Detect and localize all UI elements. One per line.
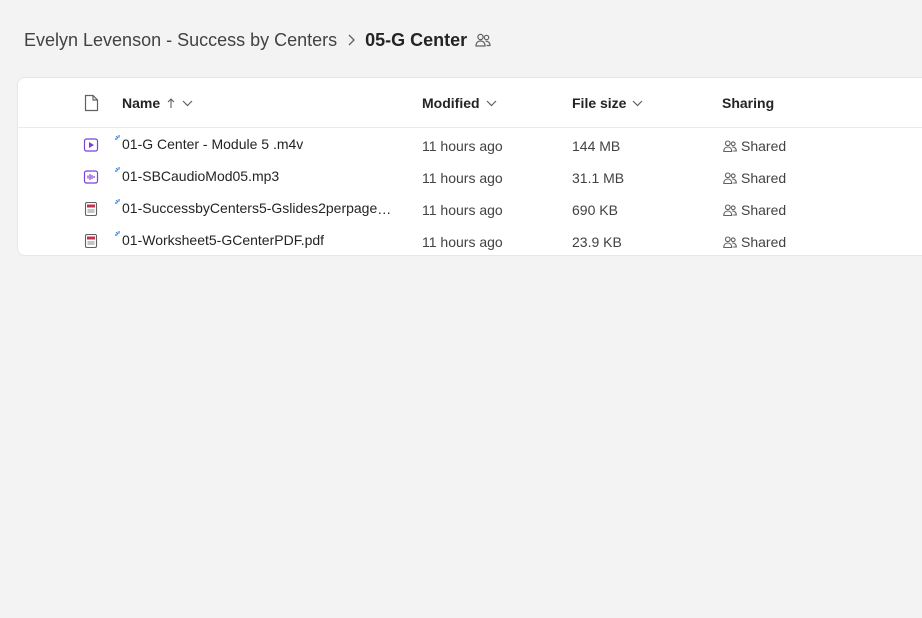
file-size-cell: 31.1 MB [572,170,625,186]
pdf-file-icon [83,233,99,249]
chevron-down-icon[interactable] [632,99,643,107]
column-header-name-label: Name [122,94,161,111]
column-header-file-size-label: File size [572,94,627,111]
column-header-modified[interactable]: Modified [422,78,497,127]
sharing-status: Shared [741,170,787,186]
column-header-sharing[interactable]: Sharing [722,78,774,127]
chevron-down-icon[interactable] [486,99,497,107]
sharing-status: Shared [741,234,787,250]
file-size-cell: 23.9 KB [572,234,622,250]
breadcrumb-parent-link[interactable]: Evelyn Levenson - Success by Centers [24,30,337,51]
shared-people-icon [722,138,738,154]
document-icon[interactable] [82,78,100,127]
shared-people-icon [722,234,738,250]
shared-people-icon[interactable] [474,31,492,49]
chevron-right-icon [337,30,365,50]
modified-cell: 11 hours ago [422,138,503,154]
column-header-sharing-label: Sharing [722,94,775,111]
modified-cell: 11 hours ago [422,170,503,186]
column-header-name[interactable]: Name [122,78,193,127]
file-name: 01-Worksheet5-GCenterPDF.pdf [122,232,325,248]
shared-people-icon [722,170,738,186]
file-list: Name Modified File size Sharing 01-G Cen… [17,77,922,256]
chevron-down-icon[interactable] [182,99,193,107]
file-name: 01-SuccessbyCenters5-Gslides2perpagePD..… [122,200,398,216]
pdf-file-icon [83,201,99,217]
arrow-up-icon [166,97,176,109]
modified-cell: 11 hours ago [422,234,503,250]
file-name-link[interactable]: 01-SBCaudioMod05.mp3 [122,161,279,193]
table-row[interactable]: 01-SuccessbyCenters5-Gslides2perpagePD..… [18,193,922,225]
sharing-cell[interactable]: Shared [722,193,786,225]
file-size-cell: 144 MB [572,138,621,154]
file-name-link[interactable]: 01-Worksheet5-GCenterPDF.pdf [122,225,324,257]
column-header-row: Name Modified File size Sharing [18,78,922,128]
sharing-cell[interactable]: Shared [722,129,786,161]
sharing-cell[interactable]: Shared [722,225,786,257]
table-row[interactable]: 01-G Center - Module 5 .m4v 11 hours ago… [18,129,922,161]
sharing-status: Shared [741,138,787,154]
file-name-link[interactable]: 01-G Center - Module 5 .m4v [122,129,303,161]
breadcrumb-current-folder: 05-G Center [365,29,468,50]
table-row[interactable]: 01-SBCaudioMod05.mp3 11 hours ago 31.1 M… [18,161,922,193]
modified-cell: 11 hours ago [422,202,503,218]
table-row[interactable]: 01-Worksheet5-GCenterPDF.pdf 11 hours ag… [18,225,922,257]
column-header-file-size[interactable]: File size [572,78,643,127]
file-name: 01-SBCaudioMod05.mp3 [122,168,280,184]
breadcrumb: Evelyn Levenson - Success by Centers 05-… [24,27,492,53]
file-size-cell: 690 KB [572,202,618,218]
sharing-status: Shared [741,202,787,218]
file-name: 01-G Center - Module 5 .m4v [122,136,304,152]
audio-file-icon [83,169,99,185]
shared-people-icon [722,202,738,218]
file-name-link[interactable]: 01-SuccessbyCenters5-Gslides2perpagePD..… [122,193,398,225]
sharing-cell[interactable]: Shared [722,161,786,193]
video-file-icon [83,137,99,153]
column-header-modified-label: Modified [422,94,480,111]
